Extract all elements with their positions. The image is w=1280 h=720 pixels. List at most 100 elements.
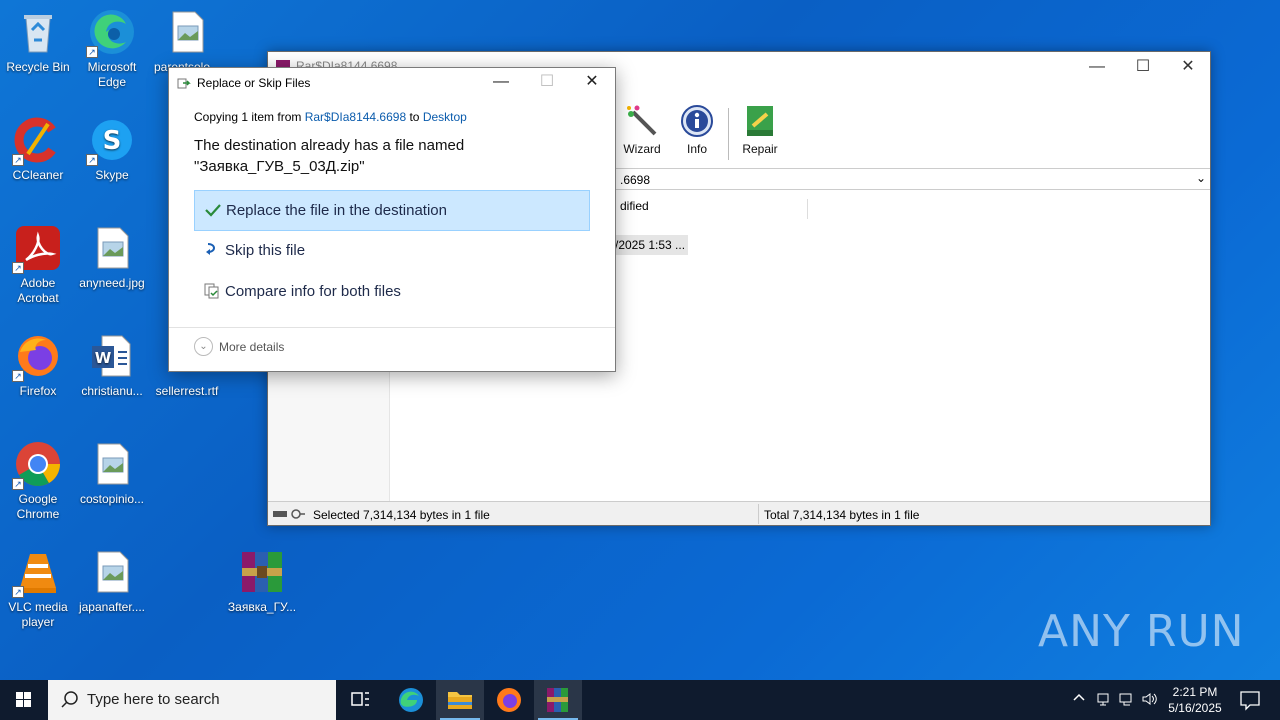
desktop-icon-vlc[interactable]: ↗ VLC media player [0, 548, 76, 630]
shortcut-arrow-icon: ↗ [12, 586, 24, 598]
search-icon [60, 690, 80, 710]
desktop-icon-label: japanafter.... [78, 600, 146, 614]
file-copy-icon [177, 76, 191, 90]
replace-option-label: Replace the file in the destination [226, 202, 447, 219]
taskbar-file-explorer-button[interactable] [436, 680, 484, 720]
minimize-button[interactable]: — [478, 68, 524, 98]
close-button[interactable]: ✕ [569, 68, 615, 98]
minimize-button[interactable]: — [1074, 52, 1120, 82]
copying-info: Copying 1 item from Rar$DIa8144.6698 to … [194, 110, 467, 124]
close-button[interactable]: ✕ [1165, 52, 1211, 82]
network-adapter-icon[interactable] [1095, 691, 1111, 710]
taskbar-search-box[interactable]: Type here to search [48, 680, 336, 720]
svg-text:S: S [103, 126, 122, 156]
status-total: Total 7,314,134 bytes in 1 file [764, 508, 920, 522]
more-details-toggle[interactable]: ⌄ More details [194, 337, 285, 356]
desktop-icon-label: anyneed.jpg [79, 276, 145, 290]
volume-icon[interactable] [1141, 691, 1159, 710]
desktop-icon-label: Skype [95, 168, 129, 182]
edge-icon [399, 688, 423, 712]
desktop-icon-anyneed[interactable]: anyneed.jpg [74, 224, 150, 291]
desktop-icon-edge[interactable]: ↗ Microsoft Edge [74, 8, 150, 90]
replace-file-option[interactable]: Replace the file in the destination [194, 190, 590, 231]
taskbar-firefox-button[interactable] [485, 680, 533, 720]
copying-prefix: Copying 1 item from [194, 110, 305, 124]
desktop-icon-label: Microsoft Edge [87, 60, 137, 89]
ccleaner-icon: ↗ [12, 116, 62, 166]
maximize-button[interactable]: ☐ [1120, 52, 1166, 82]
clock-date: 5/16/2025 [1168, 701, 1222, 715]
firefox-icon [497, 688, 521, 712]
task-view-button[interactable] [336, 680, 384, 720]
taskbar: Type here to search 2:21 PM 5/16/2025 [0, 680, 1280, 720]
destination-link[interactable]: Desktop [423, 110, 467, 124]
desktop-icon-parentsolo[interactable]: parentsolo... [149, 8, 225, 75]
start-button[interactable] [0, 680, 48, 720]
shortcut-arrow-icon: ↗ [86, 154, 98, 166]
more-details-label: More details [219, 340, 285, 354]
desktop-icon-label: Recycle Bin [6, 60, 70, 74]
desktop-icon-japanafter[interactable]: japanafter.... [74, 548, 150, 615]
taskbar-winrar-button[interactable] [534, 680, 582, 720]
maximize-button: ☐ [539, 73, 555, 90]
repair-button[interactable]: Repair [733, 104, 787, 156]
clock-time: 2:21 PM [1172, 685, 1218, 699]
toolbar-separator [728, 108, 729, 160]
skip-arrow-icon [203, 241, 221, 259]
search-placeholder: Type here to search [87, 691, 220, 708]
checkmark-icon [204, 201, 222, 219]
destination-message-line1: The destination already has a file named [194, 137, 465, 154]
chevron-down-icon: ⌄ [194, 337, 213, 356]
shortcut-arrow-icon: ↗ [86, 46, 98, 58]
desktop-icon-ccleaner[interactable]: ↗ CCleaner [0, 116, 76, 183]
skype-icon: S ↗ [86, 116, 136, 166]
notification-icon [1240, 691, 1260, 711]
shortcut-arrow-icon: ↗ [12, 370, 24, 382]
winrar-archive-icon [238, 548, 286, 596]
notification-center-button[interactable] [1232, 680, 1268, 720]
table-row[interactable]: /2025 1:53 ... [612, 235, 688, 255]
desktop-icon-recycle-bin[interactable]: Recycle Bin [0, 8, 76, 75]
desktop-icon-firefox[interactable]: ↗ Firefox [0, 332, 76, 399]
desktop-icon-skype[interactable]: S ↗ Skype [74, 116, 150, 183]
destination-filename: "Заявка_ГУВ_5_03Д.zip" [194, 158, 365, 175]
image-file-icon [163, 8, 211, 56]
compare-files-option[interactable]: Compare info for both files [194, 272, 590, 313]
address-value: .6698 [620, 173, 651, 187]
desktop-icon-label: christianu... [81, 384, 143, 398]
info-icon [680, 104, 714, 138]
dialog-title: Replace or Skip Files [197, 76, 311, 90]
repair-icon [743, 104, 777, 138]
desktop-icon-costopinio[interactable]: costopinio... [74, 440, 150, 507]
compare-files-icon [203, 282, 221, 300]
desktop-icon-christianu[interactable]: W christianu... [74, 332, 150, 399]
column-header-label: dified [620, 199, 649, 213]
shortcut-arrow-icon: ↗ [12, 262, 24, 274]
system-tray [1068, 680, 1158, 720]
network-icon[interactable] [1118, 691, 1134, 710]
taskbar-edge-button[interactable] [387, 680, 435, 720]
copying-to: to [406, 110, 423, 124]
wizard-button[interactable]: Wizard [615, 104, 669, 156]
source-link[interactable]: Rar$DIa8144.6698 [305, 110, 406, 124]
desktop-icon-zayavka-archive[interactable]: Заявка_ГУ... [224, 548, 300, 615]
info-label: Info [686, 142, 707, 156]
chevron-up-icon[interactable] [1072, 690, 1086, 707]
dialog-titlebar: Replace or Skip Files — ☐ ✕ [169, 68, 615, 98]
desktop-icon-chrome[interactable]: ↗ Google Chrome [0, 440, 76, 522]
chevron-down-icon[interactable]: ⌄ [1196, 171, 1206, 185]
desktop-icon-acrobat[interactable]: ↗ Adobe Acrobat [0, 224, 76, 306]
replace-or-skip-dialog: Replace or Skip Files — ☐ ✕ Copying 1 it… [168, 67, 616, 372]
info-button[interactable]: Info [670, 104, 724, 156]
desktop-icon-label: Firefox [19, 384, 57, 398]
skip-file-option[interactable]: Skip this file [194, 231, 590, 272]
column-header-modified[interactable]: dified [620, 199, 808, 219]
status-bar: Selected 7,314,134 bytes in 1 file Total… [268, 501, 1210, 525]
windows-logo-icon [16, 692, 31, 707]
taskbar-clock[interactable]: 2:21 PM 5/16/2025 [1160, 684, 1230, 716]
image-file-icon [88, 440, 136, 488]
desktop-icon-label: Adobe Acrobat [17, 276, 59, 305]
vlc-icon: ↗ [12, 548, 62, 598]
desktop-icon-label: CCleaner [12, 168, 64, 182]
desktop-icon-label: Заявка_ГУ... [227, 600, 297, 614]
